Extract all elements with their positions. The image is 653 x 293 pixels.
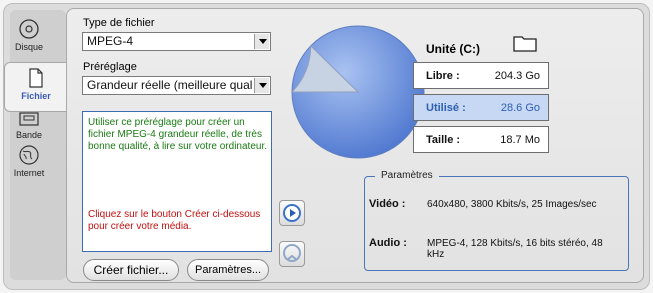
parameters-legend: Paramètres [375, 170, 439, 181]
file-type-value: MPEG-4 [87, 34, 134, 48]
disc-icon [19, 19, 39, 39]
free-value: 204.3 Go [494, 70, 540, 82]
preset-select[interactable]: Grandeur réelle (meilleure qual [82, 76, 271, 95]
drive-free-row: Libre : 204.3 Go [413, 62, 549, 89]
size-key: Taille : [426, 134, 461, 146]
globe-icon [19, 145, 39, 165]
video-value: 640x480, 3800 Kbits/s, 25 Images/sec [427, 199, 597, 210]
drive-used-row: Utilisé : 28.6 Go [413, 94, 549, 121]
chevron-down-icon[interactable] [254, 78, 269, 93]
sidebar-item-label: Internet [13, 168, 45, 178]
share-icon [283, 244, 301, 262]
sidebar-item-fichier[interactable]: Fichier [4, 62, 67, 112]
size-value: 18.7 Mo [500, 134, 540, 146]
used-key: Utilisé : [426, 102, 466, 114]
drive-title: Unité (C:) [426, 42, 480, 56]
video-key: Vidéo : [369, 198, 406, 210]
sidebar-item-internet[interactable]: Internet [3, 140, 55, 190]
disk-usage-pie [290, 25, 425, 159]
preview-play-button[interactable] [279, 200, 305, 226]
audio-key: Audio : [369, 237, 407, 249]
share-button[interactable] [279, 241, 305, 267]
sidebar-item-label: Disque [14, 42, 43, 52]
preset-label: Préréglage [83, 61, 137, 73]
preset-value: Grandeur réelle (meilleure qual [87, 78, 253, 92]
sidebar-item-label: Bande [15, 130, 43, 140]
tape-icon [19, 112, 39, 126]
play-icon [283, 204, 301, 222]
audio-value: MPEG-4, 128 Kbits/s, 16 bits stéréo, 48 … [427, 238, 603, 260]
used-value: 28.6 Go [500, 102, 540, 114]
free-key: Libre : [426, 70, 460, 82]
parameters-group: Paramètres Vidéo : 640x480, 3800 Kbits/s… [364, 170, 629, 271]
parameters-button[interactable]: Paramètres... [187, 259, 269, 281]
sidebar-item-disque[interactable]: Disque [3, 14, 55, 64]
folder-icon[interactable] [512, 33, 538, 53]
description-hint: Cliquez sur le bouton Créer ci-dessous p… [88, 209, 261, 232]
create-file-button[interactable]: Créer fichier... [83, 259, 179, 281]
file-type-label: Type de fichier [83, 17, 155, 29]
description-text: Utiliser ce préréglage pour créer un fic… [88, 117, 267, 152]
file-type-select[interactable]: MPEG-4 [82, 32, 271, 51]
sidebar-item-label: Fichier [21, 91, 51, 101]
file-icon [29, 68, 43, 88]
description-box: Utiliser ce préréglage pour créer un fic… [82, 111, 272, 252]
chevron-down-icon[interactable] [254, 34, 269, 49]
drive-size-row: Taille : 18.7 Mo [413, 126, 549, 153]
